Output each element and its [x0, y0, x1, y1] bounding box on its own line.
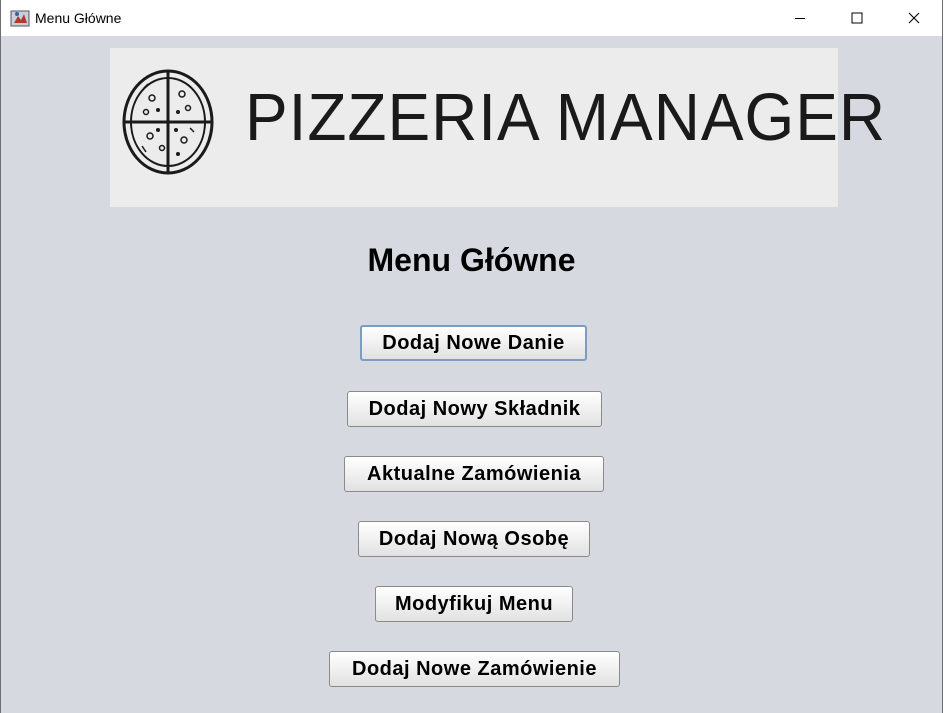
title-bar[interactable]: Menu Główne	[1, 0, 942, 36]
banner-title: PIZZERIA MANAGER	[245, 80, 887, 155]
modify-menu-button[interactable]: Modyfikuj Menu	[375, 586, 573, 622]
main-panel: PIZZERIA MANAGER Menu Główne Dodaj Nowe …	[1, 36, 942, 713]
current-orders-button[interactable]: Aktualne Zamówienia	[344, 456, 604, 492]
window-controls	[771, 0, 942, 36]
add-person-button[interactable]: Dodaj Nową Osobę	[358, 521, 590, 557]
java-app-icon	[10, 10, 30, 27]
minimize-button[interactable]	[771, 0, 828, 36]
close-icon	[908, 12, 919, 24]
maximize-button[interactable]	[828, 0, 885, 36]
add-order-button[interactable]: Dodaj Nowe Zamówienie	[329, 651, 620, 687]
add-dish-button[interactable]: Dodaj Nowe Danie	[360, 325, 587, 361]
banner: PIZZERIA MANAGER	[110, 48, 885, 207]
page-title: Menu Główne	[367, 242, 576, 278]
add-ingredient-button[interactable]: Dodaj Nowy Składnik	[347, 391, 602, 427]
window-title: Menu Główne	[35, 10, 122, 26]
close-button[interactable]	[885, 0, 942, 36]
app-window: Menu Główne PIZZERIA MANAGER Menu Główne…	[0, 0, 943, 713]
minimize-icon	[794, 18, 805, 19]
maximize-icon	[851, 12, 862, 24]
pizza-icon	[122, 69, 214, 175]
